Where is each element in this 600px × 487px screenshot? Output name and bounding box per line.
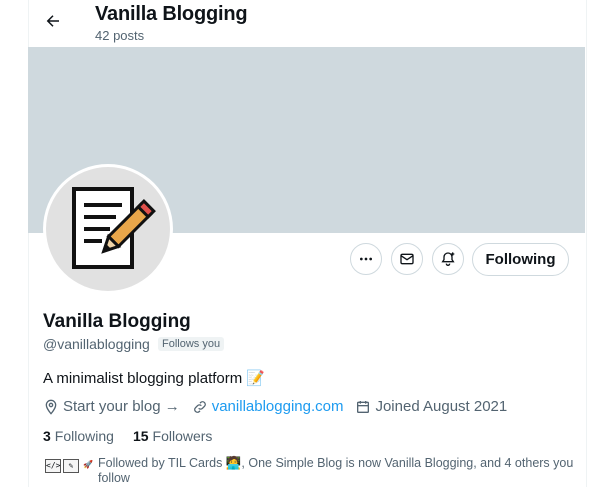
more-icon xyxy=(360,257,372,261)
more-button[interactable] xyxy=(350,243,382,275)
following-button[interactable]: Following xyxy=(472,243,569,276)
message-button[interactable] xyxy=(391,243,423,275)
calendar-icon xyxy=(357,400,370,413)
notification-bell-icon xyxy=(441,252,455,266)
notepad-pencil-icon xyxy=(72,187,156,269)
followers-label: Followers xyxy=(152,428,213,444)
post-count: 42 posts xyxy=(95,28,145,43)
location-icon xyxy=(45,399,57,415)
back-button[interactable] xyxy=(40,8,66,34)
followed-by-text[interactable]: Followed by TIL Cards 🧑‍💻, One Simple Bl… xyxy=(98,456,578,486)
followed-by-avatars[interactable]: </> ✎ 🚀 xyxy=(45,459,97,473)
website[interactable]: vanillablogging.com xyxy=(192,398,344,415)
rocket-avatar-icon: 🚀 xyxy=(83,460,93,469)
profile-handle: @vanillablogging xyxy=(43,336,150,352)
follows-you-badge: Follows you xyxy=(158,337,225,351)
following-count-link[interactable]: 3 Following xyxy=(43,428,114,444)
website-link[interactable]: vanillablogging.com xyxy=(212,398,344,415)
location-text: Start your blog → xyxy=(63,398,180,415)
notepad-avatar-icon: ✎ xyxy=(63,459,79,473)
following-count: 3 xyxy=(43,428,51,444)
followers-count-link[interactable]: 15 Followers xyxy=(133,428,212,444)
profile-name: Vanilla Blogging xyxy=(43,311,191,332)
code-avatar-icon: </> xyxy=(45,459,61,473)
link-icon xyxy=(193,400,206,413)
follow-counts: 3 Following 15 Followers xyxy=(43,428,231,444)
location: Start your blog → xyxy=(43,398,180,415)
following-label: Following xyxy=(54,428,114,444)
join-date: Joined August 2021 xyxy=(355,398,507,415)
profile-meta: Start your blog → vanillablogging.com Jo… xyxy=(43,398,519,415)
header-title: Vanilla Blogging xyxy=(95,3,248,25)
join-date-text: Joined August 2021 xyxy=(375,398,508,415)
notifications-button[interactable] xyxy=(432,243,464,275)
profile-bio: A minimalist blogging platform 📝 xyxy=(43,370,266,387)
back-arrow-icon xyxy=(46,15,59,27)
avatar[interactable] xyxy=(43,164,173,294)
message-icon xyxy=(400,253,414,265)
followers-count: 15 xyxy=(132,428,149,444)
